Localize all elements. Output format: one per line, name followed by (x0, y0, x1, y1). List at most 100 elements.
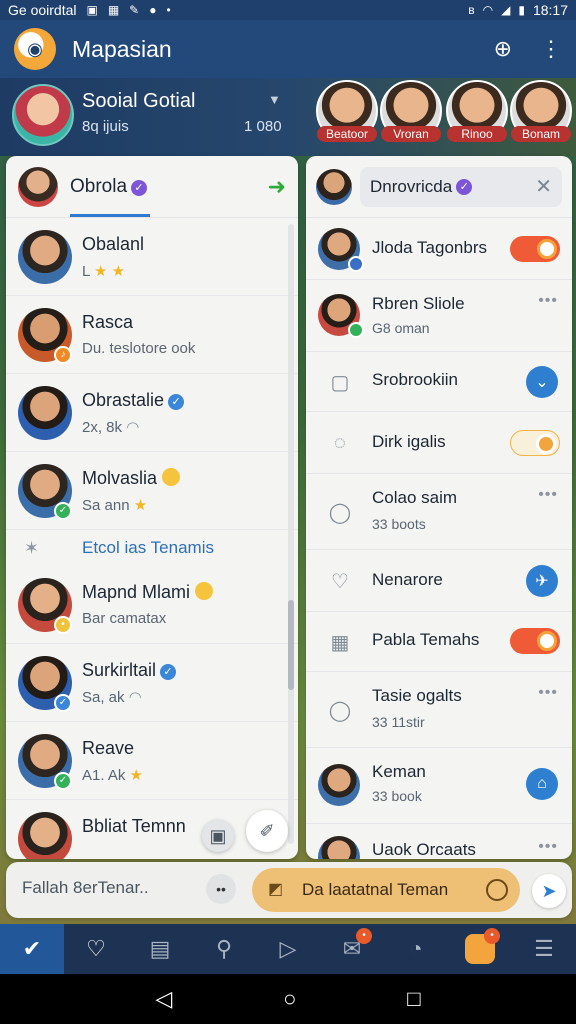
list-item[interactable]: ▦ Pabla Temahs (306, 612, 572, 672)
list-item[interactable]: ▢ Srobrookiin ⌄ (306, 352, 572, 412)
avatar[interactable] (316, 168, 352, 205)
app-logo-icon[interactable]: ◉ (14, 28, 56, 70)
notification-dot-icon: ● (149, 3, 157, 17)
suggestion-pill[interactable]: ◩ Da laatatnal Teman (252, 868, 520, 912)
bluetooth-icon: ʙ (468, 3, 475, 17)
emoji-icon[interactable]: •• (206, 874, 236, 904)
chevron-down-icon[interactable]: ⌄ (526, 366, 558, 398)
list-item[interactable]: Rbren Sliole G8 oman ••• (306, 280, 572, 352)
heart-chat-icon: ♡ (331, 570, 349, 593)
profile-count: 1 080 (244, 118, 282, 135)
list-item[interactable]: ♡ Nenarore ✈ (306, 550, 572, 612)
row-title: Colao saim (372, 488, 458, 507)
list-item[interactable]: Obalanl L ★ ★ (6, 218, 298, 296)
image-icon: ▢ (330, 371, 350, 394)
list-item[interactable]: Uaok Orcaats ••• (306, 824, 572, 859)
tab-love[interactable]: ♡ (64, 924, 128, 974)
list-item[interactable]: ✓ Molvaslia Sa ann ★ (6, 452, 298, 530)
list-item[interactable]: Keman 33 book ⌂ (306, 748, 572, 824)
search-icon[interactable]: ⊕ (494, 36, 512, 62)
list-item[interactable]: Jloda Tagonbrs (306, 218, 572, 280)
more-options-icon[interactable]: ••• (538, 292, 558, 310)
list-item[interactable]: ◌ Dirk igalis (306, 412, 572, 474)
back-icon[interactable]: ◁ (155, 986, 172, 1012)
battery-icon: ▮ (518, 3, 525, 17)
section-header: ✶ Etcol ias Tenamis (6, 530, 298, 566)
more-options-icon[interactable]: ••• (538, 486, 558, 504)
chat-list-title: Obrola (70, 175, 128, 197)
document-icon: ▤ (149, 936, 171, 961)
tab-search[interactable]: ⚲ (192, 924, 256, 974)
toggle-switch[interactable] (510, 628, 560, 654)
search-text: Dnrovricda (370, 176, 453, 196)
recents-icon[interactable]: □ (407, 986, 420, 1012)
tab-play[interactable]: ▷ (256, 924, 320, 974)
more-options-icon[interactable]: ⋮ (540, 36, 562, 62)
chat-list-header: Obrola ✓ ➜ (6, 156, 298, 218)
sticker-icon: ◩ (268, 881, 284, 898)
tab-chat[interactable]: ✉ • (320, 924, 384, 974)
app-bar: ◉ Mapasian ⊕ ⋮ (0, 20, 576, 78)
compose-feather-icon[interactable]: ✐ (246, 810, 288, 852)
verified-icon: ✓ (131, 179, 148, 196)
avatar[interactable] (12, 84, 74, 146)
story-label: Vroran (381, 126, 441, 142)
notification-badge: • (484, 928, 500, 944)
signal-icon: ◢ (501, 3, 511, 17)
list-item[interactable]: ✓ Surkirltail ✓ Sa, ak ◠ (6, 644, 298, 722)
search-input[interactable]: Dnrovricda ✓ ✕ (360, 166, 562, 207)
close-icon[interactable]: ✕ (535, 174, 552, 199)
verified-icon: ✓ (168, 394, 185, 410)
star-icon: ★ (129, 767, 143, 784)
tab-clock[interactable]: ◔ (384, 924, 448, 974)
camera-icon[interactable]: ▣ (202, 820, 234, 852)
basket-icon[interactable]: ⌂ (526, 768, 558, 800)
status-badge: ✓ (54, 694, 72, 712)
contact-subtitle: Bar camatax (82, 610, 167, 627)
tab-menu[interactable]: ☰ (512, 924, 576, 974)
contact-name: Surkirltail (82, 660, 157, 680)
row-title: Rbren Sliole (372, 294, 465, 313)
gallery-icon: ▦ (107, 3, 120, 17)
list-item[interactable]: ✓ Reave A1. Ak ★ (6, 722, 298, 800)
message-input[interactable]: Fallah 8erTenar.. (22, 878, 149, 898)
contact-subtitle: Du. teslotore ook (82, 340, 196, 357)
toggle-switch[interactable] (510, 236, 560, 262)
toggle-switch[interactable] (510, 430, 560, 456)
app-title: Mapasian (72, 35, 172, 62)
send-icon[interactable]: ➤ (532, 874, 566, 908)
contact-name: Molvaslia (82, 468, 158, 488)
scrollbar-thumb[interactable] (288, 600, 294, 690)
wifi-icon: ◠ (126, 419, 140, 436)
tab-docs[interactable]: ▤ (128, 924, 192, 974)
pin-icon[interactable]: ✈ (526, 565, 558, 597)
contact-name: Mapnd Mlami (82, 582, 191, 602)
share-arrow-icon[interactable]: ➜ (268, 174, 286, 200)
list-item[interactable]: • Mapnd Mlami Bar camatax (6, 566, 298, 644)
status-left-text: Ge ooirdtal (8, 2, 77, 18)
list-item[interactable]: ♪ Rasca Du. teslotore ook (6, 296, 298, 374)
tab-check[interactable]: ✔ (0, 924, 64, 974)
home-icon[interactable]: ○ (283, 986, 296, 1012)
row-subtitle: 33 11stir (372, 714, 425, 730)
avatar[interactable] (18, 166, 58, 207)
list-item[interactable]: ◯ Colao saim 33 boots ••• (306, 474, 572, 550)
list-item[interactable]: ◯ Tasie ogalts 33 11stir ••• (306, 672, 572, 748)
star-icon: ★ (93, 263, 108, 280)
contact-subtitle: Sa, ak (82, 689, 125, 706)
section-title[interactable]: Etcol ias Tenamis (82, 538, 214, 558)
more-options-icon[interactable]: ••• (538, 838, 558, 856)
smiley-icon[interactable] (486, 879, 508, 901)
avatar (18, 386, 72, 440)
search-icon: ⚲ (215, 936, 233, 961)
suggestion-text: Da laatatnal Teman (302, 880, 449, 899)
tab-inbox[interactable]: • (448, 924, 512, 974)
contact-name: Obrastalie (82, 390, 165, 410)
list-item[interactable]: Obrastalie ✓ 2x, 8k ◠ (6, 374, 298, 452)
more-options-icon[interactable]: ••• (538, 684, 558, 702)
play-icon: ▷ (279, 936, 297, 961)
contact-subtitle: L (82, 263, 90, 280)
verified-icon: ✓ (456, 178, 473, 195)
chevron-down-icon[interactable]: ▼ (268, 92, 281, 107)
scrollbar[interactable] (288, 224, 294, 844)
